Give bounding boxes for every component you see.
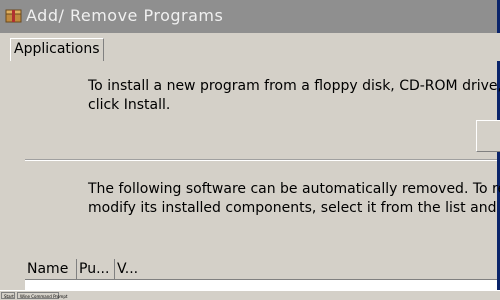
window-title: Add/ Remove Programs — [26, 6, 224, 25]
start-button[interactable]: Start — [1, 292, 15, 299]
tab-applications[interactable]: Applications — [10, 38, 104, 62]
program-list[interactable]: Name Pu... V... — [25, 259, 497, 290]
remove-instructions-line1: The following software can be automatica… — [88, 181, 500, 197]
column-header-publisher[interactable]: Pu... — [77, 259, 115, 279]
install-button[interactable] — [476, 120, 500, 152]
add-remove-programs-window: Add/ Remove Programs Applications To ins… — [0, 0, 500, 300]
remove-instructions-line2: modify its installed components, select … — [88, 200, 500, 216]
taskbar: Start Wine Command Prompt — [0, 290, 500, 300]
box-icon — [5, 8, 22, 23]
title-bar[interactable]: Add/ Remove Programs — [0, 0, 500, 34]
section-divider — [25, 159, 497, 161]
install-instructions-line1: To install a new program from a floppy d… — [88, 78, 500, 94]
column-header-name[interactable]: Name — [25, 259, 77, 279]
column-header-version[interactable]: V... — [115, 259, 143, 279]
install-instructions-line2: click Install. — [88, 97, 171, 113]
remove-instructions: The following software can be automatica… — [88, 180, 500, 218]
install-instructions: To install a new program from a floppy d… — [88, 77, 500, 115]
tab-strip: Applications — [0, 33, 500, 62]
taskbar-item-command-prompt[interactable]: Wine Command Prompt — [17, 292, 67, 299]
list-header: Name Pu... V... — [25, 259, 497, 280]
